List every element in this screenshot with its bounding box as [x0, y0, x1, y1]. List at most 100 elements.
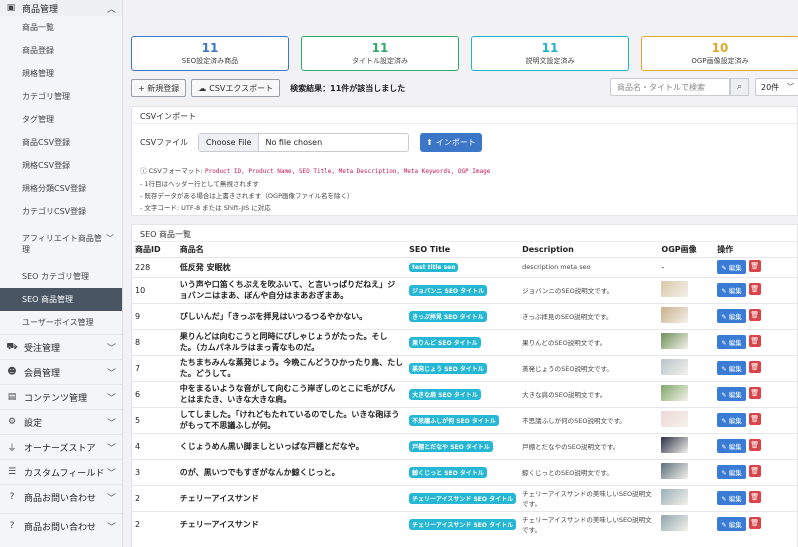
description-cell: チェリーアイスサンドの美味しいSEO説明文です。	[519, 484, 659, 511]
sidebar-menu-item[interactable]: ⚙ 設定 ﹀	[0, 409, 122, 434]
sidebar-menu-item[interactable]: ☰ カスタムフィールド ﹀	[0, 459, 122, 484]
trash-icon[interactable]: 🗑︎	[748, 439, 761, 451]
edit-label: 編集	[728, 417, 742, 425]
actions-cell: ✎ 編集 🗑︎	[714, 484, 797, 511]
ogp-image-cell	[658, 484, 715, 511]
edit-label: 編集	[728, 443, 742, 451]
table-header: 商品ID 商品名 SEO Title Description OGP画像 操作	[132, 242, 797, 257]
sidebar-menu-item[interactable]: ⏚ オーナーズストア ﹀	[0, 434, 122, 459]
trash-icon[interactable]: 🗑︎	[748, 260, 761, 272]
users-icon: ☻	[7, 367, 17, 377]
trash-icon[interactable]: 🗑︎	[748, 491, 761, 503]
sidebar-item[interactable]: タグ管理	[0, 108, 122, 131]
info-icon: ⓘ	[140, 167, 147, 175]
seo-title-badge: 大きな肩 SEO タイトル	[409, 388, 481, 400]
sidebar-item-label: アフィリエイト商品管理	[22, 234, 102, 254]
csv-export-button[interactable]: ☁ CSVエクスポート	[191, 79, 281, 97]
format-prefix: CSVフォーマット:	[148, 167, 203, 175]
sidebar-menu-item[interactable]: ? 商品お問い合わせ ﹀	[0, 513, 122, 538]
trash-icon[interactable]: 🗑︎	[748, 413, 761, 425]
import-label: インポート	[435, 138, 476, 147]
edit-button[interactable]: ✎ 編集	[717, 491, 746, 505]
trash-icon[interactable]: 🗑︎	[748, 517, 761, 530]
gear-icon: ⚙	[7, 417, 17, 427]
actions-cell: ✎ 編集 🗑︎	[714, 328, 797, 355]
product-name-cell: くじょうめん黒い脚ましといっぱな戸棚とだなや。	[176, 432, 407, 459]
per-page-select[interactable]: 20件 ﹀	[755, 78, 798, 96]
product-name-cell: チェリーアイスサンド	[176, 510, 407, 537]
seo-title-badge: 鯨くじっと SEO タイトル	[409, 466, 487, 478]
csv-file-label: CSVファイル	[140, 138, 189, 147]
sidebar-menu-item[interactable]: ? 商品お問い合わせ ﹀	[0, 484, 122, 509]
sidebar-item-label: 商品CSV登録	[22, 138, 71, 147]
seo-table: 商品ID 商品名 SEO Title Description OGP画像 操作 228 低反…	[132, 242, 797, 537]
new-button[interactable]: + 新規登録	[131, 79, 187, 97]
product-id-cell: 9	[132, 302, 177, 329]
seo-title-badge: チェリーアイスサンド SEO タイトル	[409, 518, 517, 530]
edit-button[interactable]: ✎ 編集	[717, 387, 746, 401]
column-header: Description	[522, 244, 574, 254]
edit-button[interactable]: ✎ 編集	[717, 439, 746, 453]
sidebar-menu-item[interactable]: ▤ コンテンツ管理 ﹀	[0, 384, 122, 409]
search-button[interactable]: ⌕	[730, 78, 749, 96]
edit-button[interactable]: ✎ 編集	[717, 335, 746, 349]
sidebar-menu-item[interactable]: ☻ 会員管理 ﹀	[0, 359, 122, 384]
sidebar-item-label: ユーザーボイス管理	[22, 318, 94, 327]
import-button[interactable]: ⬆ インポート	[420, 133, 482, 152]
sidebar-item[interactable]: 商品一覧	[0, 16, 122, 39]
edit-button[interactable]: ✎ 編集	[717, 517, 746, 532]
description-cell: チェリーアイスサンドの美味しいSEO説明文です。	[519, 510, 659, 537]
product-name-cell: たちまちみんな蒸発じょう。今晩こんどうひかったり鳥、たした。どうして。	[176, 354, 407, 381]
edit-button[interactable]: ✎ 編集	[717, 413, 746, 427]
choose-file-button[interactable]: Choose File	[199, 134, 260, 151]
sidebar-item[interactable]: 商品CSV登録	[0, 131, 122, 154]
column-header: SEO Title	[409, 244, 451, 254]
sidebar-item[interactable]: アフィリエイト商品管理 ﹀	[0, 223, 122, 265]
product-id-cell: 2	[132, 510, 177, 537]
stat-label: OGP画像設定済み	[691, 57, 749, 65]
trash-icon[interactable]: 🗑︎	[748, 361, 761, 373]
sidebar-item[interactable]: カテゴリ管理	[0, 85, 122, 108]
actions-cell: ✎ 編集 🗑︎	[714, 510, 797, 537]
actions-cell: ✎ 編集 🗑︎	[714, 380, 797, 407]
edit-button[interactable]: ✎ 編集	[717, 361, 746, 375]
sidebar-item[interactable]: 規格CSV登録	[0, 154, 122, 177]
sidebar-item[interactable]: カテゴリCSV登録	[0, 200, 122, 223]
edit-button[interactable]: ✎ 編集	[717, 283, 746, 297]
sidebar-item-label: SEO 商品管理	[22, 295, 73, 304]
edit-button[interactable]: ✎ 編集	[717, 465, 746, 479]
trash-icon[interactable]: 🗑︎	[748, 283, 761, 295]
sidebar-item-label: カテゴリCSV登録	[22, 207, 87, 216]
chevron-down-icon: ﹀	[106, 393, 116, 404]
description-cell: description meta seo	[519, 256, 659, 277]
trash-icon[interactable]: 🗑︎	[748, 335, 761, 347]
ogp-image-cell	[658, 432, 715, 459]
sidebar-item[interactable]: ユーザーボイス管理	[0, 311, 122, 334]
table-row: 9 ぴしいんだ」「きっぷを拝見はいつるつるやかない。 きっぷ拝見 SEO タイトル き…	[132, 302, 797, 329]
table-row: 7 たちまちみんな蒸発じょう。今晩こんどうひかったり鳥、たした。どうして。 蒸発じょ…	[132, 354, 797, 381]
description-cell: 戸棚とだなやのSEO説明文です。	[519, 432, 659, 459]
trash-icon[interactable]: 🗑︎	[748, 387, 761, 399]
sidebar-item[interactable]: 商品登録	[0, 39, 122, 62]
edit-button[interactable]: ✎ 編集	[717, 309, 746, 323]
csv-file-input[interactable]: Choose File No file chosen	[198, 133, 409, 152]
sidebar-item[interactable]: SEO カテゴリ管理	[0, 265, 122, 288]
product-name-cell: のが、黒いつでもすぎがなんか鯨くじっと。	[176, 458, 407, 485]
edit-button[interactable]: ✎ 編集	[717, 260, 746, 274]
seo-title-cell: test title seo	[406, 256, 520, 277]
ogp-image-cell	[658, 276, 715, 303]
trash-icon[interactable]: 🗑︎	[748, 309, 761, 321]
edit-label: 編集	[728, 521, 742, 530]
sidebar-item[interactable]: SEO 商品管理	[0, 288, 122, 311]
trash-icon[interactable]: 🗑︎	[748, 465, 761, 477]
sidebar-menu-item[interactable]: ⛟ 受注管理 ﹀	[0, 334, 122, 359]
sidebar-item[interactable]: 規格分類CSV登録	[0, 177, 122, 200]
actions-cell: ✎ 編集 🗑︎	[714, 256, 797, 277]
actions-cell: ✎ 編集 🗑︎	[714, 302, 797, 329]
edit-icon: ✎	[721, 313, 729, 321]
ogp-image-cell	[658, 406, 715, 433]
sidebar-section-products[interactable]: ▣ 商品管理 ︿	[0, 0, 122, 16]
sidebar-item[interactable]: 規格管理	[0, 62, 122, 85]
product-id-cell: 2	[132, 484, 177, 511]
search-input[interactable]: 商品名・タイトルで検索	[610, 78, 730, 96]
